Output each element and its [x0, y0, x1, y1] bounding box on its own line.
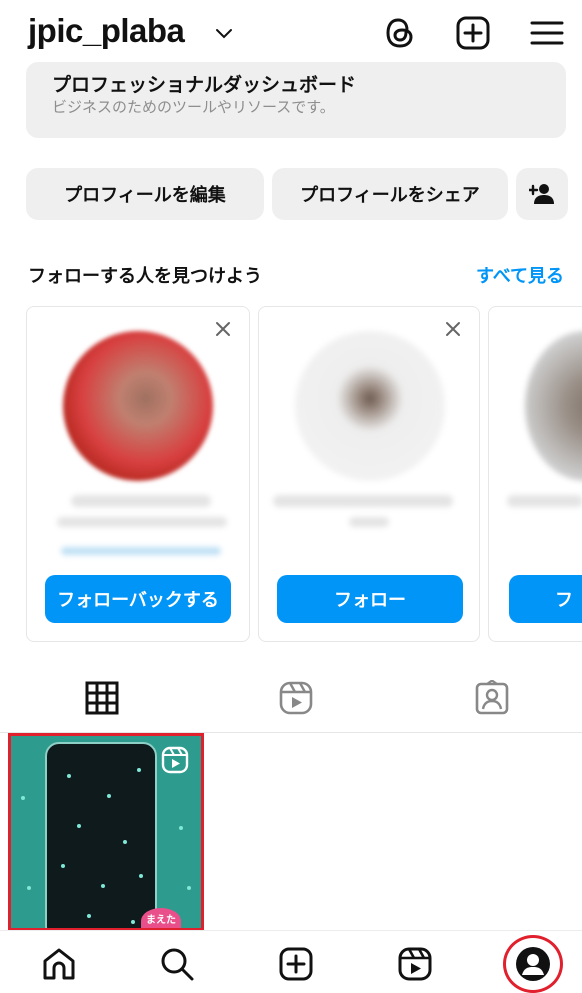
add-person-icon — [529, 184, 554, 204]
share-profile-button[interactable]: プロフィールをシェア — [272, 168, 508, 220]
reels-badge-icon — [161, 746, 189, 774]
close-icon[interactable] — [215, 321, 231, 337]
blurred-info — [61, 547, 221, 555]
suggestion-card[interactable]: フォローバックする — [26, 306, 250, 642]
bottom-nav — [0, 930, 582, 993]
chevron-down-icon[interactable] — [214, 26, 234, 42]
username-switcher[interactable]: jpic_plaba — [28, 12, 185, 50]
dashboard-subtitle: ビジネスのためのツールやリソースです。 — [52, 98, 335, 116]
professional-dashboard-card[interactable]: プロフェッショナルダッシュボード ビジネスのためのツールやリソースです。 — [26, 62, 566, 138]
follow-button[interactable]: フ — [509, 575, 582, 623]
phone-image — [45, 742, 157, 928]
close-icon[interactable] — [445, 321, 461, 337]
blurred-name — [273, 495, 453, 507]
search-icon[interactable] — [158, 945, 196, 983]
profile-header: jpic_plaba — [0, 0, 582, 70]
tagged-icon[interactable] — [474, 680, 510, 716]
menu-icon[interactable] — [527, 13, 567, 53]
blurred-name — [507, 495, 582, 507]
see-all-link[interactable]: すべて見る — [476, 262, 564, 288]
threads-icon[interactable] — [380, 13, 420, 53]
reels-icon[interactable] — [396, 945, 434, 983]
home-icon[interactable] — [40, 945, 78, 983]
edit-profile-button[interactable]: プロフィールを編集 — [26, 168, 264, 220]
blurred-info — [349, 517, 389, 527]
blurred-info — [57, 517, 227, 527]
follow-button[interactable]: フォロー — [277, 575, 463, 623]
post-thumbnail[interactable]: まえた — [8, 733, 204, 931]
dashboard-title: プロフェッショナルダッシュボード — [52, 74, 357, 96]
discover-people-button[interactable] — [516, 168, 568, 220]
reels-icon[interactable] — [278, 680, 314, 716]
avatar — [295, 331, 445, 481]
add-post-icon[interactable] — [453, 13, 493, 53]
profile-icon[interactable] — [514, 945, 552, 983]
create-icon[interactable] — [277, 945, 315, 983]
avatar — [525, 331, 582, 481]
sticker: まえた — [141, 908, 181, 928]
avatar — [63, 331, 213, 481]
blurred-name — [71, 495, 211, 507]
follow-back-button[interactable]: フォローバックする — [45, 575, 231, 623]
suggestion-card[interactable]: フォロー — [258, 306, 480, 642]
suggestions-title: フォローする人を見つけよう — [28, 266, 262, 287]
grid-icon[interactable] — [84, 680, 120, 716]
suggestion-card[interactable]: フ — [488, 306, 582, 642]
